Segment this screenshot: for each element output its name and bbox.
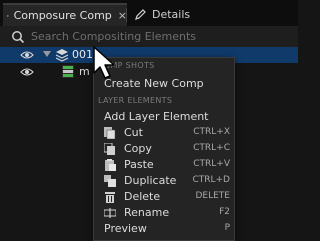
shortcut-label: F2 <box>219 207 230 217</box>
tab-label: Details <box>152 8 191 21</box>
menu-item-label: Create New Comp <box>104 77 204 90</box>
add-layer-element-menu-item[interactable]: Add Layer Element <box>94 109 234 125</box>
search-input[interactable] <box>31 30 281 43</box>
tab-bar: Composure Comp × Details <box>0 0 298 26</box>
context-menu: COMP SHOTS Create New Comp LAYER ELEMENT… <box>93 57 235 241</box>
shortcut-label: CTRL+X <box>193 127 230 137</box>
cut-menu-item[interactable]: Cut CTRL+X <box>94 125 234 141</box>
shortcut-label: CTRL+V <box>193 159 230 169</box>
cut-icon <box>104 127 116 139</box>
duplicate-menu-item[interactable]: Duplicate CTRL+D <box>94 173 234 189</box>
shortcut-label: CTRL+C <box>193 143 230 153</box>
shortcut-label: CTRL+D <box>192 175 230 185</box>
mouse-cursor-icon <box>93 46 115 79</box>
duplicate-icon <box>104 175 116 187</box>
menu-item-label: Delete <box>124 190 161 203</box>
media-element-icon <box>62 65 74 78</box>
tab-details[interactable]: Details <box>131 3 211 26</box>
menu-item-label: Duplicate <box>124 174 177 187</box>
element-name: m <box>79 65 90 78</box>
menu-section-header: LAYER ELEMENTS <box>98 96 173 105</box>
tab-separator <box>126 8 127 22</box>
comp-name: 001 <box>72 48 93 61</box>
composure-icon <box>7 14 9 17</box>
rename-menu-item[interactable]: Rename F2 <box>94 205 234 221</box>
copy-menu-item[interactable]: Copy CTRL+C <box>94 141 234 157</box>
menu-item-label: Cut <box>124 126 143 139</box>
search-bar <box>0 26 298 47</box>
menu-item-label: Add Layer Element <box>104 110 209 123</box>
eye-icon[interactable] <box>20 50 34 60</box>
paste-icon <box>105 159 116 171</box>
layers-icon <box>55 49 69 62</box>
eye-icon[interactable] <box>20 67 34 77</box>
shortcut-label: P <box>224 223 230 233</box>
menu-item-label: Preview <box>104 222 147 235</box>
paste-menu-item[interactable]: Paste CTRL+V <box>94 157 234 173</box>
menu-item-label: Copy <box>124 142 152 155</box>
tab-composure-compositing[interactable]: Composure Comp × <box>3 3 127 26</box>
shortcut-label: DELETE <box>195 191 230 201</box>
trash-icon <box>105 192 115 203</box>
pencil-icon <box>135 9 146 20</box>
tab-label: Composure Comp <box>13 9 112 22</box>
copy-icon <box>104 143 115 155</box>
menu-item-label: Paste <box>124 158 154 171</box>
delete-menu-item[interactable]: Delete DELETE <box>94 189 234 205</box>
rename-icon <box>104 208 116 218</box>
menu-item-label: Rename <box>124 206 170 219</box>
expand-arrow-icon[interactable] <box>43 51 51 57</box>
search-icon <box>12 30 25 43</box>
preview-menu-item[interactable]: Preview P <box>94 221 234 237</box>
